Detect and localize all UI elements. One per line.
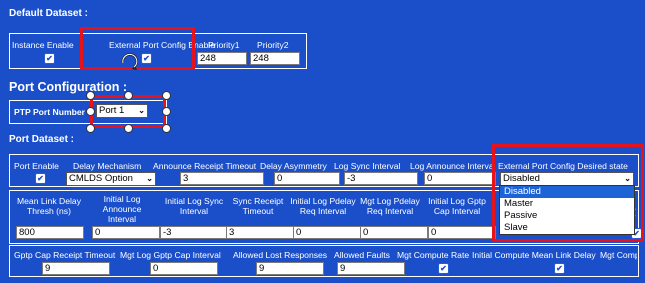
mgt-log-pdelay-req-interval-label: Mgt Log Pdelay Req Interval <box>360 196 420 216</box>
mgt-log-gptp-cap-interval-input[interactable]: 0 <box>150 262 218 275</box>
delay-asymmetry-label: Delay Asymmetry <box>260 161 327 171</box>
gptp-cap-receipt-timeout-input[interactable]: 9 <box>42 262 110 275</box>
port-enable-checkbox[interactable] <box>35 173 46 184</box>
resize-handle[interactable] <box>86 124 95 133</box>
delay-mechanism-label: Delay Mechanism <box>73 161 142 171</box>
resize-handle[interactable] <box>162 124 171 133</box>
resize-handle[interactable] <box>86 91 95 100</box>
allowed-faults-input[interactable]: 9 <box>337 262 405 275</box>
initial-log-gptp-cap-interval-label: Initial Log Gptp Cap Interval <box>428 196 486 216</box>
allowed-lost-responses-input[interactable]: 9 <box>256 262 324 275</box>
initial-log-announce-interval-label: Initial Log Announce Interval <box>102 194 142 224</box>
initial-log-pdelay-req-interval-label: Initial Log Pdelay Req Interval <box>290 196 356 216</box>
initial-compute-mean-link-delay-checkbox[interactable] <box>554 263 565 274</box>
log-announce-interval-label: Log Announce Interval <box>410 161 495 171</box>
default-dataset-title: Default Dataset : <box>9 8 88 19</box>
delay-mechanism-select[interactable]: CMLDS Option ⌄ <box>66 172 156 186</box>
allowed-lost-responses-label: Allowed Lost Responses <box>233 250 328 260</box>
priority2-input[interactable]: 248 <box>250 52 300 65</box>
instance-enable-checkbox[interactable] <box>44 53 55 64</box>
delay-asymmetry-input[interactable]: 0 <box>274 172 340 185</box>
chevron-down-icon: ⌄ <box>146 174 153 183</box>
priority1-input[interactable]: 248 <box>197 52 247 65</box>
mgt-log-pdelay-req-interval-input[interactable]: 0 <box>360 226 428 239</box>
initial-compute-mean-link-delay-label: Initial Compute Mean Link Delay <box>472 250 596 260</box>
allowed-faults-label: Allowed Faults <box>334 250 390 260</box>
priority2-label: Priority2 <box>257 40 289 50</box>
gptp-cap-receipt-timeout-label: Gptp Cap Receipt Timeout <box>14 250 116 260</box>
port-dataset-title: Port Dataset : <box>9 134 75 145</box>
initial-log-pdelay-req-interval-input[interactable]: 0 <box>293 226 361 239</box>
mgt-log-gptp-cap-interval-label: Mgt Log Gptp Cap Interval <box>120 250 221 260</box>
sync-receipt-timeout-label: Sync Receipt Timeout <box>232 196 284 216</box>
initial-log-gptp-cap-interval-input[interactable]: 0 <box>428 226 496 239</box>
initial-log-sync-interval-input[interactable]: -3 <box>160 226 228 239</box>
initial-log-announce-interval-input[interactable]: 0 <box>92 226 160 239</box>
port-configuration-title: Port Configuration : <box>9 80 128 94</box>
initial-log-sync-interval-label: Initial Log Sync Interval <box>164 196 224 216</box>
resize-handle[interactable] <box>86 107 95 116</box>
rotate-handle-icon <box>121 53 138 70</box>
mean-link-delay-thresh-input[interactable]: 800 <box>16 226 84 239</box>
mean-link-delay-thresh-label: Mean Link Delay Thresh (ns) <box>16 196 81 216</box>
resize-handle[interactable] <box>162 91 171 100</box>
priority1-label: Priority1 <box>208 40 240 50</box>
resize-handle[interactable] <box>124 124 133 133</box>
mgt-compute-mean-link-delay-label: Mgt Compute Mean Link Delay <box>600 250 637 260</box>
highlight-desired-state <box>492 144 644 242</box>
mgt-compute-rate-ratio-checkbox[interactable] <box>438 263 449 274</box>
announce-receipt-timeout-input[interactable]: 3 <box>180 172 264 185</box>
mgt-compute-rate-ratio-label: Mgt Compute Rate Ratio <box>397 250 472 260</box>
sync-receipt-timeout-input[interactable]: 3 <box>226 226 294 239</box>
resize-handle[interactable] <box>124 91 133 100</box>
port-enable-label: Port Enable <box>14 161 59 171</box>
log-announce-interval-input[interactable]: 0 <box>424 172 496 185</box>
ptp-port-number-label: PTP Port Number <box>14 107 85 117</box>
instance-enable-label: Instance Enable <box>12 40 74 50</box>
log-sync-interval-label: Log Sync Interval <box>334 161 401 171</box>
log-sync-interval-input[interactable]: -3 <box>344 172 418 185</box>
announce-receipt-timeout-label: Announce Receipt Timeout <box>153 161 257 171</box>
resize-handle[interactable] <box>162 107 171 116</box>
